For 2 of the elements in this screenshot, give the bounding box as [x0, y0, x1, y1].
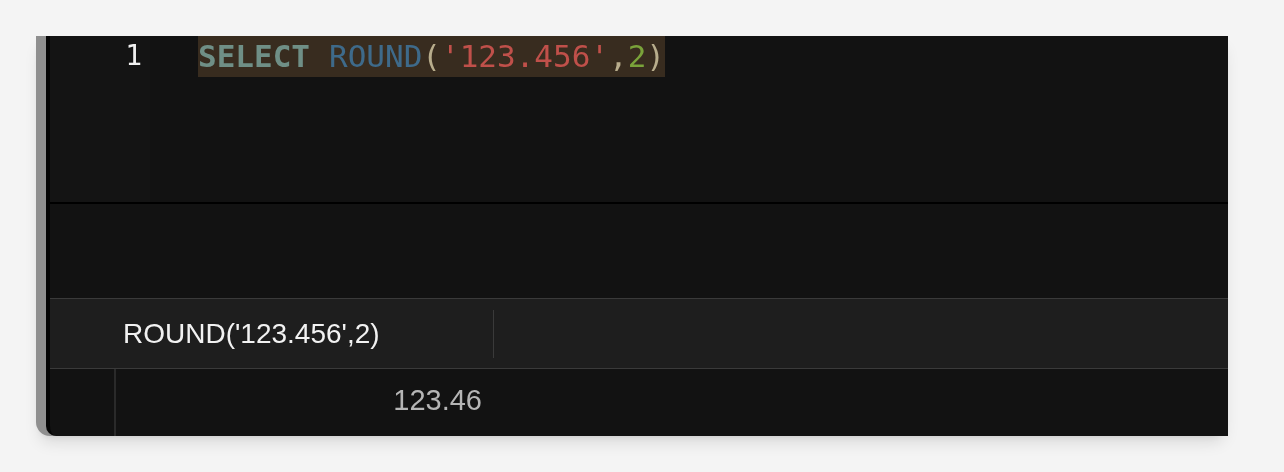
table-cell: 123.46 — [114, 369, 484, 436]
line-number: 1 — [125, 38, 142, 74]
